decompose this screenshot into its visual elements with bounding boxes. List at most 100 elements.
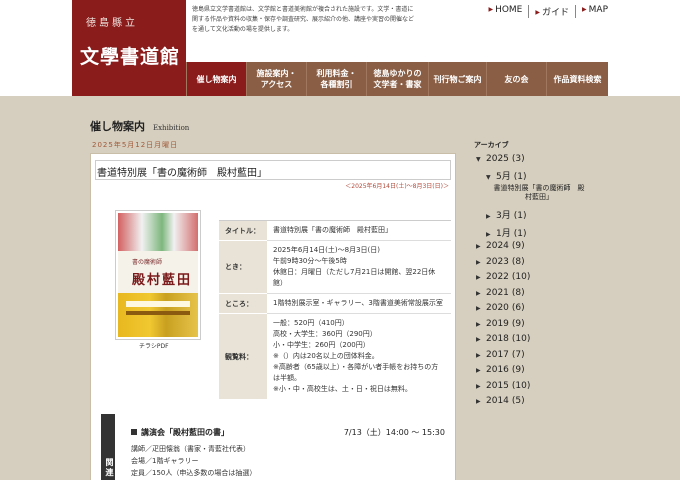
triangle-down-icon[interactable]: ▼ [476,156,486,163]
page-title-en: Exhibition [153,124,190,132]
archive-label[interactable]: 3月 [496,211,511,221]
archive-item[interactable]: ▶ 2014 (5) [476,396,525,406]
archive-item[interactable]: ▶ 2015 (10) [476,381,530,391]
archive-label[interactable]: 1月 [496,229,511,239]
triangle-right-icon[interactable]: ▶ [476,398,486,405]
archive-count: (9) [511,365,525,375]
flyer-image-bottom [118,293,198,337]
archive-label[interactable]: 2023 [486,257,509,267]
archive-title: アーカイブ [474,141,509,149]
archive-label[interactable]: 2021 [486,288,509,298]
archive-item[interactable]: ▶ 2022 (10) [476,272,530,282]
main-nav-item-0[interactable]: 催し物案内 [186,62,246,96]
flyer-image-mid: 書の魔術師 殿村藍田 [118,251,198,293]
triangle-right-icon: ▶ [582,6,587,13]
triangle-right-icon[interactable]: ▶ [476,259,486,266]
main-nav-item-6[interactable]: 作品資料検索 [546,62,608,96]
archive-label[interactable]: 2014 [486,396,509,406]
triangle-right-icon[interactable]: ▶ [476,290,486,297]
info-row: 観覧料： 一般：520円（410円） 高校・大学生：360円（290円） 小・中学… [219,313,451,399]
archive-item[interactable]: ▶ 2024 (9) [476,241,525,251]
archive-count: (1) [513,211,527,221]
triangle-down-icon[interactable]: ▼ [486,174,496,181]
triangle-right-icon: ▶ [488,6,494,13]
archive-count: (1) [513,229,527,239]
site-logo[interactable]: 徳島縣立 文學書道館 [72,0,186,96]
triangle-right-icon[interactable]: ▶ [476,352,486,359]
triangle-right-icon[interactable]: ▶ [476,383,486,390]
main-nav: 催し物案内 施設案内・ アクセス 利用料金・ 各種割引 徳島ゆかりの 文学者・書家 刊行… [186,62,608,96]
archive-item[interactable]: ▼ 2025 (3) [476,154,525,164]
page-title: 催し物案内 Exhibition [90,120,190,133]
archive-label[interactable]: 2019 [486,319,509,329]
archive-item[interactable]: ▶ 1月 (1) [486,226,526,239]
archive-count: (10) [511,272,531,282]
triangle-right-icon[interactable]: ▶ [476,336,486,343]
main-nav-item-1[interactable]: 施設案内・ アクセス [246,62,306,96]
archive-item[interactable]: ▶ 2023 (8) [476,257,525,267]
archive-count: (1) [513,172,527,182]
archive-count: (8) [511,288,525,298]
archive-item[interactable]: ▶ 2021 (8) [476,288,525,298]
archive-count: (7) [511,350,525,360]
triangle-right-icon[interactable]: ▶ [486,213,496,220]
archive-item[interactable]: ▼ 5月 (1) [486,169,526,182]
triangle-right-icon[interactable]: ▶ [476,274,486,281]
main-nav-item-3[interactable]: 徳島ゆかりの 文学者・書家 [366,62,428,96]
archive-count: (10) [511,334,531,344]
info-value: 2025年6月14日(土)～8月3日(日) 午前9時30分～午後5時 休館日：月… [267,240,451,294]
top-nav-map[interactable]: ▶ MAP [576,5,608,18]
archive-label[interactable]: 2016 [486,365,509,375]
triangle-right-icon[interactable]: ▶ [476,367,486,374]
triangle-right-icon[interactable]: ▶ [476,321,486,328]
lecture-time: 7/13（土）14:00 ～ 15:30 [343,428,445,437]
main-nav-item-4[interactable]: 刊行物ご案内 [428,62,486,96]
archive-label[interactable]: 5月 [496,172,511,182]
archive-item[interactable]: ▶ 2018 (10) [476,334,530,344]
info-value: 1階特別展示室・ギャラリー、3階書道美術常設展示室 [267,293,451,314]
archive-post-link[interactable]: 書道特別展「書の魔術師 殿村藍田」 [494,184,585,201]
archive-label[interactable]: 2025 [486,154,509,164]
flyer-title: 殿村藍田 [132,273,193,288]
top-nav: ▶ HOME ▶ ガイド ▶ MAP [482,5,608,18]
info-label: とき： [219,240,267,294]
info-row: タイトル： 書道特別展「書の魔術師 殿村藍田」 [219,220,451,241]
archive-item[interactable]: ▶ 2020 (6) [476,303,525,313]
archive-item[interactable]: ▶ 2016 (9) [476,365,525,375]
top-nav-guide[interactable]: ▶ ガイド [529,5,577,18]
flyer-pdf-link[interactable]: チラシPDF [139,341,169,350]
triangle-right-icon: ▶ [535,9,540,16]
logo-subtitle: 徳島縣立 [86,18,138,29]
date-heading: 2025年5月12日月曜日 [92,141,179,149]
related-tab: 関連 [101,414,115,480]
archive-count: (10) [511,381,531,391]
archive-item[interactable]: 書道特別展「書の魔術師 殿村藍田」 [492,184,586,202]
event-period: ＜2025年6月14日(土)～8月3日(日)＞ [345,183,449,190]
archive-count: (6) [511,303,525,313]
triangle-right-icon[interactable]: ▶ [476,243,486,250]
triangle-right-icon[interactable]: ▶ [486,231,496,238]
info-label: タイトル： [219,220,267,241]
site-header: 徳島縣立 文學書道館 徳島県立文学書道館は、文学館と書道美術館が複合された施設で… [0,0,680,96]
archive-item[interactable]: ▶ 2019 (9) [476,319,525,329]
square-bullet-icon [131,429,137,435]
archive-label[interactable]: 2015 [486,381,509,391]
lecture-details: 講師／疋田懐翁（書家・青藍社代表） 会場／1階ギャラリー 定員／150人（申込多… [131,443,256,479]
info-value: 書道特別展「書の魔術師 殿村藍田」 [267,220,451,241]
event-content: 書道特別展「書の魔術師 殿村藍田」 ＜2025年6月14日(土)～8月3日(日)… [90,153,456,480]
triangle-right-icon[interactable]: ▶ [476,305,486,312]
flyer-thumbnail[interactable]: 書の魔術師 殿村藍田 [115,210,201,340]
archive-label[interactable]: 2022 [486,272,509,282]
archive-item[interactable]: ▶ 3月 (1) [486,208,526,221]
archive-label[interactable]: 2020 [486,303,509,313]
main-nav-item-2[interactable]: 利用料金・ 各種割引 [306,62,366,96]
lecture-title: 講演会「殿村藍田の書」 [131,427,229,438]
archive-label[interactable]: 2024 [486,241,509,251]
archive-item[interactable]: ▶ 2017 (7) [476,350,525,360]
archive-label[interactable]: 2018 [486,334,509,344]
lecture-detail: 定員／150人（申込多数の場合は抽選） [131,469,257,477]
main-nav-item-5[interactable]: 友の会 [486,62,546,96]
archive-label[interactable]: 2017 [486,350,509,360]
info-row: とき： 2025年6月14日(土)～8月3日(日) 午前9時30分～午後5時 休館… [219,240,451,294]
top-nav-home[interactable]: ▶ HOME [482,5,530,18]
